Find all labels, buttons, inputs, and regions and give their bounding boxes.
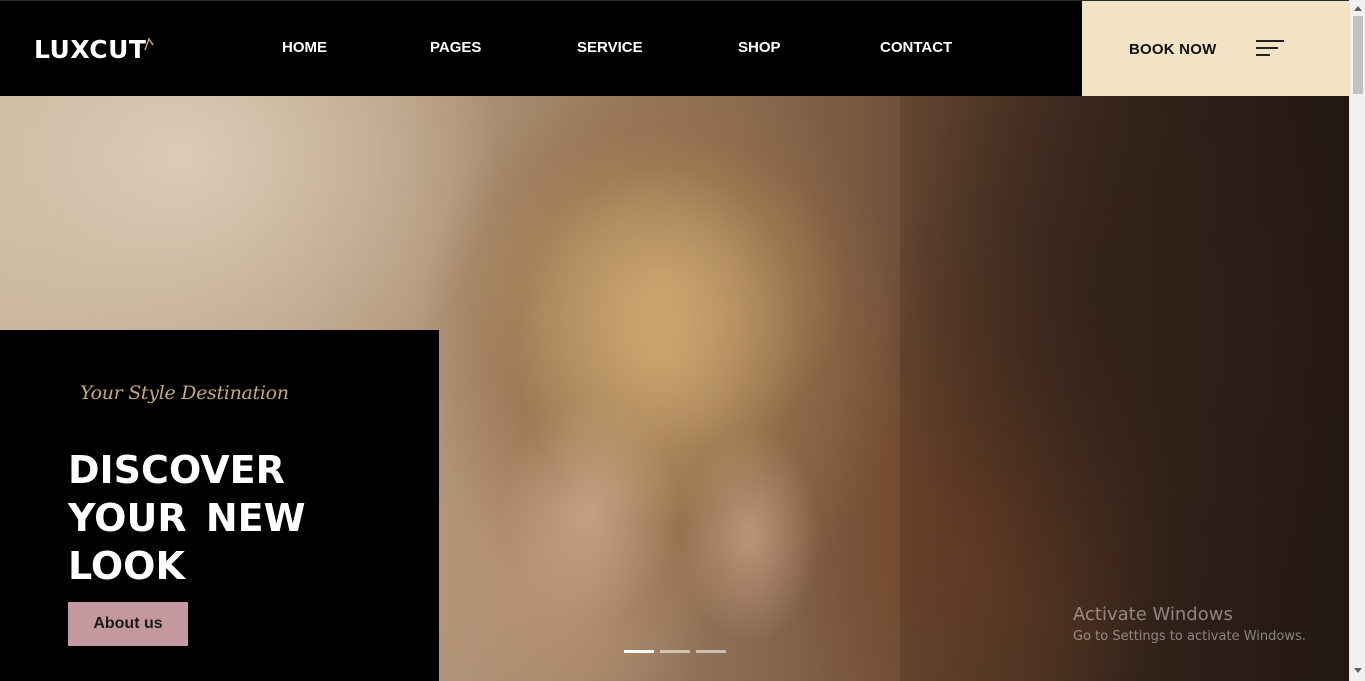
hero-tagline: Your Style Destination	[80, 382, 289, 404]
scroll-thumb[interactable]	[1353, 16, 1363, 94]
scroll-down-icon[interactable]	[1354, 668, 1362, 673]
watermark-subtitle: Go to Settings to activate Windows.	[1073, 629, 1306, 644]
nav-contact[interactable]: CONTACT	[880, 39, 952, 56]
slide-dot-3[interactable]	[696, 650, 726, 653]
book-now-button[interactable]: BOOK NOW	[1129, 41, 1216, 58]
book-now-panel: BOOK NOW	[1082, 1, 1349, 97]
hero-headline: DISCOVER YOUR NEW LOOK	[68, 448, 306, 588]
menu-icon[interactable]	[1256, 40, 1284, 58]
scissors-icon	[144, 37, 155, 51]
about-us-button[interactable]: About us	[68, 602, 188, 646]
scroll-up-icon[interactable]	[1354, 6, 1362, 11]
slide-dot-1[interactable]	[624, 650, 654, 653]
logo[interactable]: LUXCUT	[34, 31, 155, 67]
nav-pages[interactable]: PAGES	[430, 39, 481, 56]
nav-service[interactable]: SERVICE	[577, 39, 643, 56]
slide-dot-2[interactable]	[660, 650, 690, 653]
page-scrollbar[interactable]	[1349, 0, 1365, 681]
nav-shop[interactable]: SHOP	[738, 39, 781, 56]
windows-activation-watermark: Activate Windows Go to Settings to activ…	[1073, 604, 1306, 644]
nav-home[interactable]: HOME	[282, 39, 327, 56]
logo-text: LUXCUT	[34, 34, 147, 64]
hero-text-panel: Your Style Destination DISCOVER YOUR NEW…	[0, 330, 439, 681]
watermark-title: Activate Windows	[1073, 604, 1233, 625]
site-header: LUXCUT HOME PAGES SERVICE SHOP CONTACT B…	[0, 0, 1349, 97]
